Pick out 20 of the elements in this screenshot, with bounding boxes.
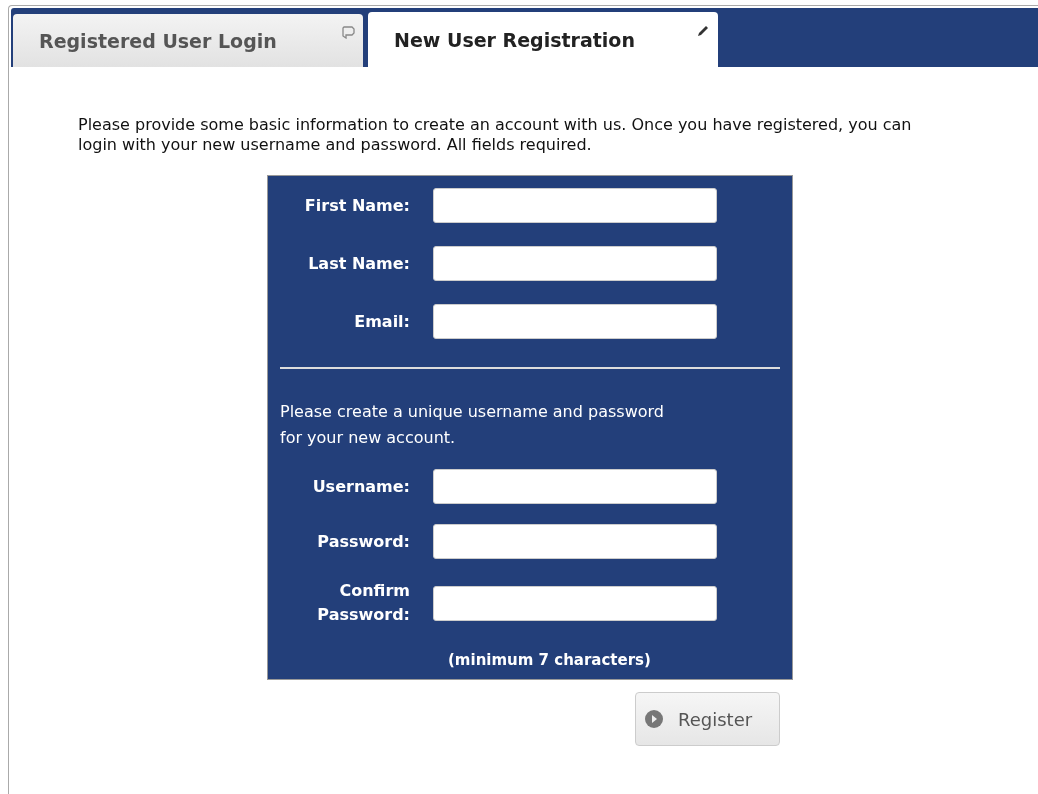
input-field[interactable] bbox=[433, 469, 717, 504]
input-field[interactable] bbox=[433, 188, 717, 223]
input-field[interactable] bbox=[433, 524, 717, 559]
field-label: Last Name: bbox=[307, 252, 410, 275]
password-note: (minimum 7 characters) bbox=[448, 651, 652, 669]
field-label: Password: bbox=[316, 530, 410, 553]
field-label: Email: bbox=[353, 310, 410, 333]
input-field[interactable] bbox=[433, 304, 717, 339]
tab[interactable]: Registered User Login bbox=[13, 14, 363, 67]
field-label: Username: bbox=[311, 475, 410, 498]
input-field[interactable] bbox=[433, 246, 717, 281]
play-icon bbox=[644, 709, 664, 729]
register-button[interactable]: Register bbox=[635, 692, 780, 746]
tab[interactable]: New User Registration bbox=[368, 12, 718, 67]
intro-text: Please provide some basic information to create an account with us. Once you have registered, you can login with your new username and password. All fields required. bbox=[78, 115, 913, 155]
field-label: Confirm Password: bbox=[316, 580, 410, 626]
input-field[interactable] bbox=[433, 585, 717, 621]
pencil-icon bbox=[696, 24, 710, 38]
account-prompt: Please create a unique username and password for your new account. bbox=[280, 401, 665, 449]
field-label: First Name: bbox=[303, 194, 410, 217]
